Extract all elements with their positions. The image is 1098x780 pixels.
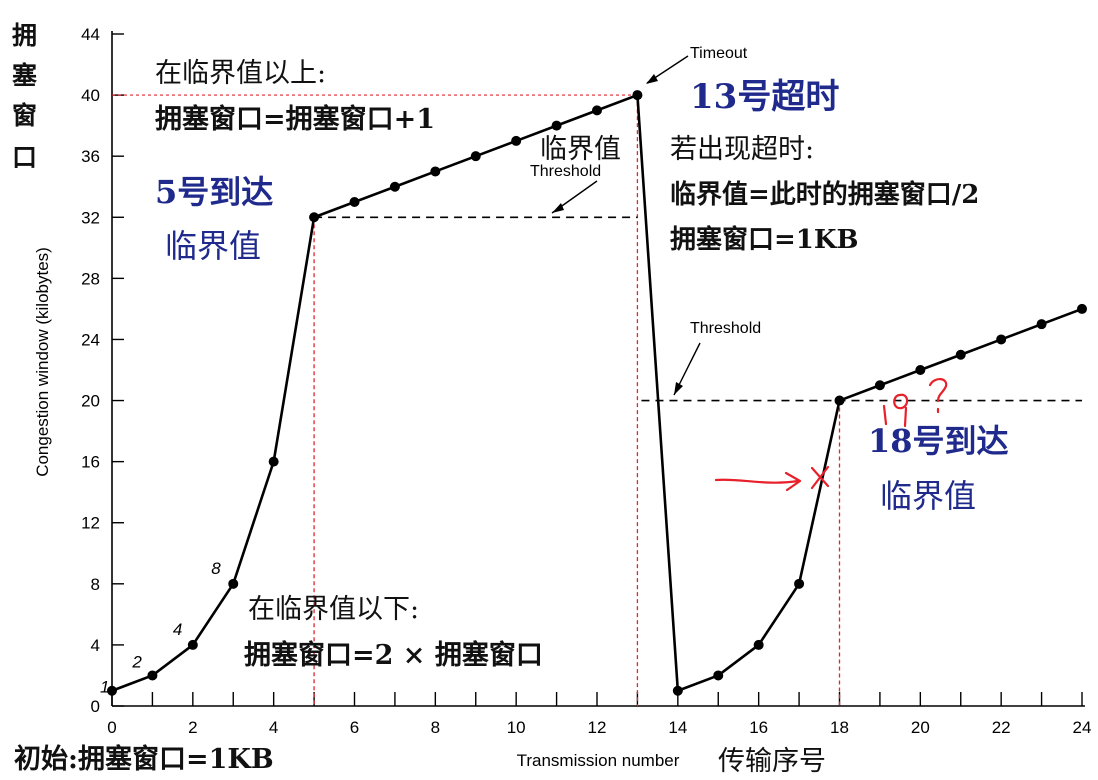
x-tick-label: 22 [992, 718, 1011, 737]
reach-threshold-18-line2: 临界值 [880, 477, 976, 515]
initial-window-note: 初始:拥塞窗口=1KB [14, 743, 274, 775]
handwritten-point-label: 8 [211, 559, 221, 578]
svg-text:窗: 窗 [12, 101, 37, 130]
data-point [511, 135, 522, 146]
reach-threshold-5-line2: 临界值 [165, 227, 261, 265]
threshold-cn-label: 临界值 [540, 134, 621, 165]
y-tick-label: 0 [91, 697, 100, 716]
y-axis-label: Congestion window (kilobytes) [33, 247, 52, 477]
data-point [470, 151, 481, 162]
x-tick-label: 0 [107, 718, 116, 737]
timeout-label: Timeout [690, 45, 748, 62]
svg-text:拥: 拥 [12, 21, 37, 50]
y-tick-label: 20 [81, 392, 100, 411]
handwritten-point-label: 1 [100, 678, 109, 697]
x-axis-label-cn: 传输序号 [718, 746, 826, 777]
below-threshold-title: 在临界值以下: [248, 594, 419, 625]
timeout-rule-title: 若出现超时: [670, 134, 814, 165]
data-point [228, 578, 239, 589]
threshold-arrow-1-head [552, 203, 564, 213]
handwritten-point-label: 4 [173, 620, 182, 639]
handwritten-19-question [882, 378, 948, 428]
data-point [389, 181, 400, 192]
x-tick-label: 8 [431, 718, 440, 737]
data-point [915, 365, 926, 375]
data-point [1036, 319, 1047, 330]
congestion-window-chart: 048121620242832364044 0 2 4 6 8 10 12 14 16 18 20 2… [12, 21, 1091, 777]
y-tick-label: 32 [81, 208, 100, 227]
threshold-label-2: Threshold [690, 320, 761, 337]
x-axis-label: Transmission number [517, 751, 680, 770]
data-point [430, 166, 441, 177]
data-point [632, 90, 643, 101]
data-point [309, 212, 320, 223]
x-tick-label: 14 [668, 718, 687, 737]
y-tick-label: 12 [81, 514, 100, 533]
x-tick-label: 16 [749, 718, 768, 737]
data-point [713, 670, 724, 681]
data-point [672, 685, 683, 696]
x-tick-label: 20 [911, 718, 930, 737]
data-point [996, 334, 1007, 345]
reach-threshold-5-line1: 5号到达 [155, 173, 273, 211]
above-threshold-title: 在临界值以上: [155, 58, 326, 89]
timeout-rule-2: 拥塞窗口=1KB [670, 224, 858, 255]
y-tick-label: 16 [81, 453, 100, 472]
svg-text:口: 口 [12, 143, 37, 172]
data-point [187, 639, 198, 650]
y-axis-label-cn: 拥 塞 窗 口 [12, 21, 37, 172]
data-point [551, 120, 562, 131]
reach-threshold-18-line1: 18号到达 [868, 422, 1009, 460]
data-point [753, 639, 764, 650]
data-point [955, 349, 966, 360]
data-point [268, 456, 279, 467]
x-tick-label: 18 [830, 718, 849, 737]
y-tick-label: 28 [81, 269, 100, 288]
timeout-arrow-head [646, 74, 658, 84]
below-threshold-rule: 拥塞窗口=2 × 拥塞窗口 [244, 639, 543, 671]
y-tick-label: 8 [91, 575, 100, 594]
data-point [794, 578, 805, 589]
handwritten-arrow [714, 471, 802, 492]
data-point [1077, 303, 1087, 314]
above-threshold-rule: 拥塞窗口=拥塞窗口+1 [155, 103, 435, 135]
threshold-arrow-2-head [674, 382, 683, 395]
data-point [874, 380, 885, 391]
handwritten-point-label: 2 [131, 652, 142, 671]
data-point [834, 395, 845, 406]
y-tick-label: 36 [81, 147, 100, 166]
x-ticks: 0 2 4 6 8 10 12 14 16 18 20 22 24 [107, 692, 1091, 737]
y-tick-label: 44 [81, 25, 100, 44]
data-point [349, 197, 360, 207]
x-tick-label: 24 [1073, 718, 1092, 737]
timeout-13-label: 13号超时 [690, 77, 839, 117]
svg-text:塞: 塞 [12, 61, 37, 90]
x-tick-label: 2 [188, 718, 197, 737]
threshold-label-1: Threshold [530, 163, 601, 180]
y-tick-label: 24 [81, 330, 100, 349]
x-tick-label: 10 [507, 718, 526, 737]
y-tick-label: 40 [81, 86, 100, 105]
x-tick-label: 12 [588, 718, 607, 737]
y-tick-label: 4 [91, 636, 100, 655]
data-point [147, 670, 158, 681]
x-tick-label: 4 [269, 718, 278, 737]
data-point [592, 105, 602, 116]
x-tick-label: 6 [350, 718, 359, 737]
timeout-rule-1: 临界值=此时的拥塞窗口/2 [670, 179, 979, 210]
y-ticks: 0 4 8 12 16 20 24 28 32 36 40 44 [81, 25, 124, 716]
